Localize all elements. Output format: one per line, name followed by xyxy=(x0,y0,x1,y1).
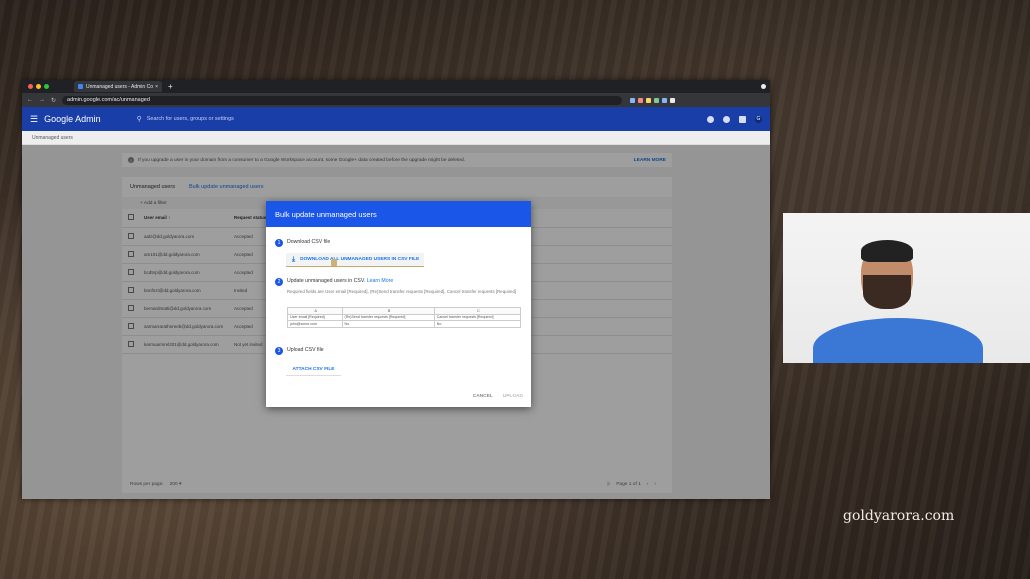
reload-icon[interactable]: ↻ xyxy=(51,97,56,104)
learn-more-link[interactable]: Learn More xyxy=(367,278,394,284)
menu-icon[interactable]: ☰ xyxy=(30,114,38,125)
maximize-dot-icon[interactable] xyxy=(44,84,49,89)
download-csv-label: DOWNLOAD ALL UNMANAGED USERS IN CSV FILE xyxy=(300,257,420,262)
admin-logo[interactable]: Google Admin xyxy=(44,114,101,124)
back-icon[interactable]: ← xyxy=(27,97,33,103)
address-bar[interactable]: admin.google.com/ac/unmanaged xyxy=(62,95,623,105)
download-csv-button[interactable]: ⤓ DOWNLOAD ALL UNMANAGED USERS IN CSV FI… xyxy=(286,253,424,267)
header-icons: G xyxy=(707,115,762,123)
dialog-actions: CANCEL UPLOAD xyxy=(473,394,523,399)
webcam-overlay xyxy=(783,213,1030,363)
step-upload: 3 Upload CSV file xyxy=(275,347,324,355)
admin-search[interactable]: ⚲ Search for users, groups or settings xyxy=(137,115,234,123)
csv-example-cell: No xyxy=(433,320,522,328)
help-icon[interactable] xyxy=(723,115,730,123)
step-title: Update unmanaged users in CSV. Learn Mor… xyxy=(287,278,393,286)
step-update: 2 Update unmanaged users in CSV. Learn M… xyxy=(275,278,393,286)
extension-icon[interactable] xyxy=(638,97,644,103)
step-download: 1 Download CSV file xyxy=(275,239,330,247)
step-title: Upload CSV file xyxy=(287,347,324,353)
tab-bar: Unmanaged users - Admin Co × + xyxy=(22,80,770,93)
hourglass-icon[interactable] xyxy=(707,115,714,123)
minimize-dot-icon[interactable] xyxy=(36,84,41,89)
admin-favicon-icon xyxy=(78,84,83,89)
url-text: admin.google.com/ac/unmanaged xyxy=(67,97,150,103)
presenter-shirt xyxy=(813,318,983,363)
extensions-bar xyxy=(630,97,676,103)
tab-close-icon[interactable]: × xyxy=(155,84,158,90)
admin-header: ☰ Google Admin ⚲ Search for users, group… xyxy=(22,107,770,131)
avatar[interactable]: G xyxy=(755,115,762,123)
bulk-update-dialog: Bulk update unmanaged users 1 Download C… xyxy=(266,201,531,407)
extension-icon[interactable] xyxy=(670,97,676,103)
download-icon: ⤓ xyxy=(292,255,296,263)
search-icon: ⚲ xyxy=(136,116,142,123)
presenter-hair xyxy=(861,240,913,262)
cancel-button[interactable]: CANCEL xyxy=(473,394,493,399)
upload-button[interactable]: UPLOAD xyxy=(503,394,523,399)
search-placeholder: Search for users, groups or settings xyxy=(146,116,234,122)
watermark: goldyarora.com xyxy=(843,508,955,524)
window-menu-icon[interactable] xyxy=(761,84,766,89)
step-title-text: Update unmanaged users in CSV. xyxy=(287,278,366,284)
extension-icon[interactable] xyxy=(662,97,668,103)
required-fields-text: Required fields are User email [Required… xyxy=(287,289,517,294)
new-tab-button[interactable]: + xyxy=(168,82,173,91)
presenter-beard xyxy=(863,275,911,309)
step-number: 2 xyxy=(275,278,283,286)
step-number: 3 xyxy=(275,347,283,355)
forward-icon[interactable]: → xyxy=(39,97,45,103)
dialog-title: Bulk update unmanaged users xyxy=(266,201,531,227)
attach-csv-button[interactable]: ATTACH CSV FILE xyxy=(286,364,341,376)
extension-icon[interactable] xyxy=(646,97,652,103)
csv-example-cell: No xyxy=(341,320,435,328)
close-dot-icon[interactable] xyxy=(28,84,33,89)
step-title: Download CSV file xyxy=(287,239,331,245)
csv-example-table: A B C User email [Required] (Re)Send tra… xyxy=(287,307,522,328)
tab-unmanaged-users[interactable]: Unmanaged users - Admin Co × xyxy=(74,81,162,92)
csv-example-cell: john@some.com xyxy=(287,320,343,328)
extension-icon[interactable] xyxy=(630,97,636,103)
url-toolbar: ← → ↻ admin.google.com/ac/unmanaged xyxy=(22,93,770,107)
apps-grid-icon[interactable] xyxy=(739,115,746,123)
extension-icon[interactable] xyxy=(654,97,660,103)
tab-title: Unmanaged users - Admin Co xyxy=(86,83,153,90)
step-number: 1 xyxy=(275,239,283,247)
csv-example-row: john@some.com No No xyxy=(287,320,522,328)
breadcrumb: Unmanaged users xyxy=(22,131,770,145)
mouse-cursor-icon xyxy=(331,259,337,267)
